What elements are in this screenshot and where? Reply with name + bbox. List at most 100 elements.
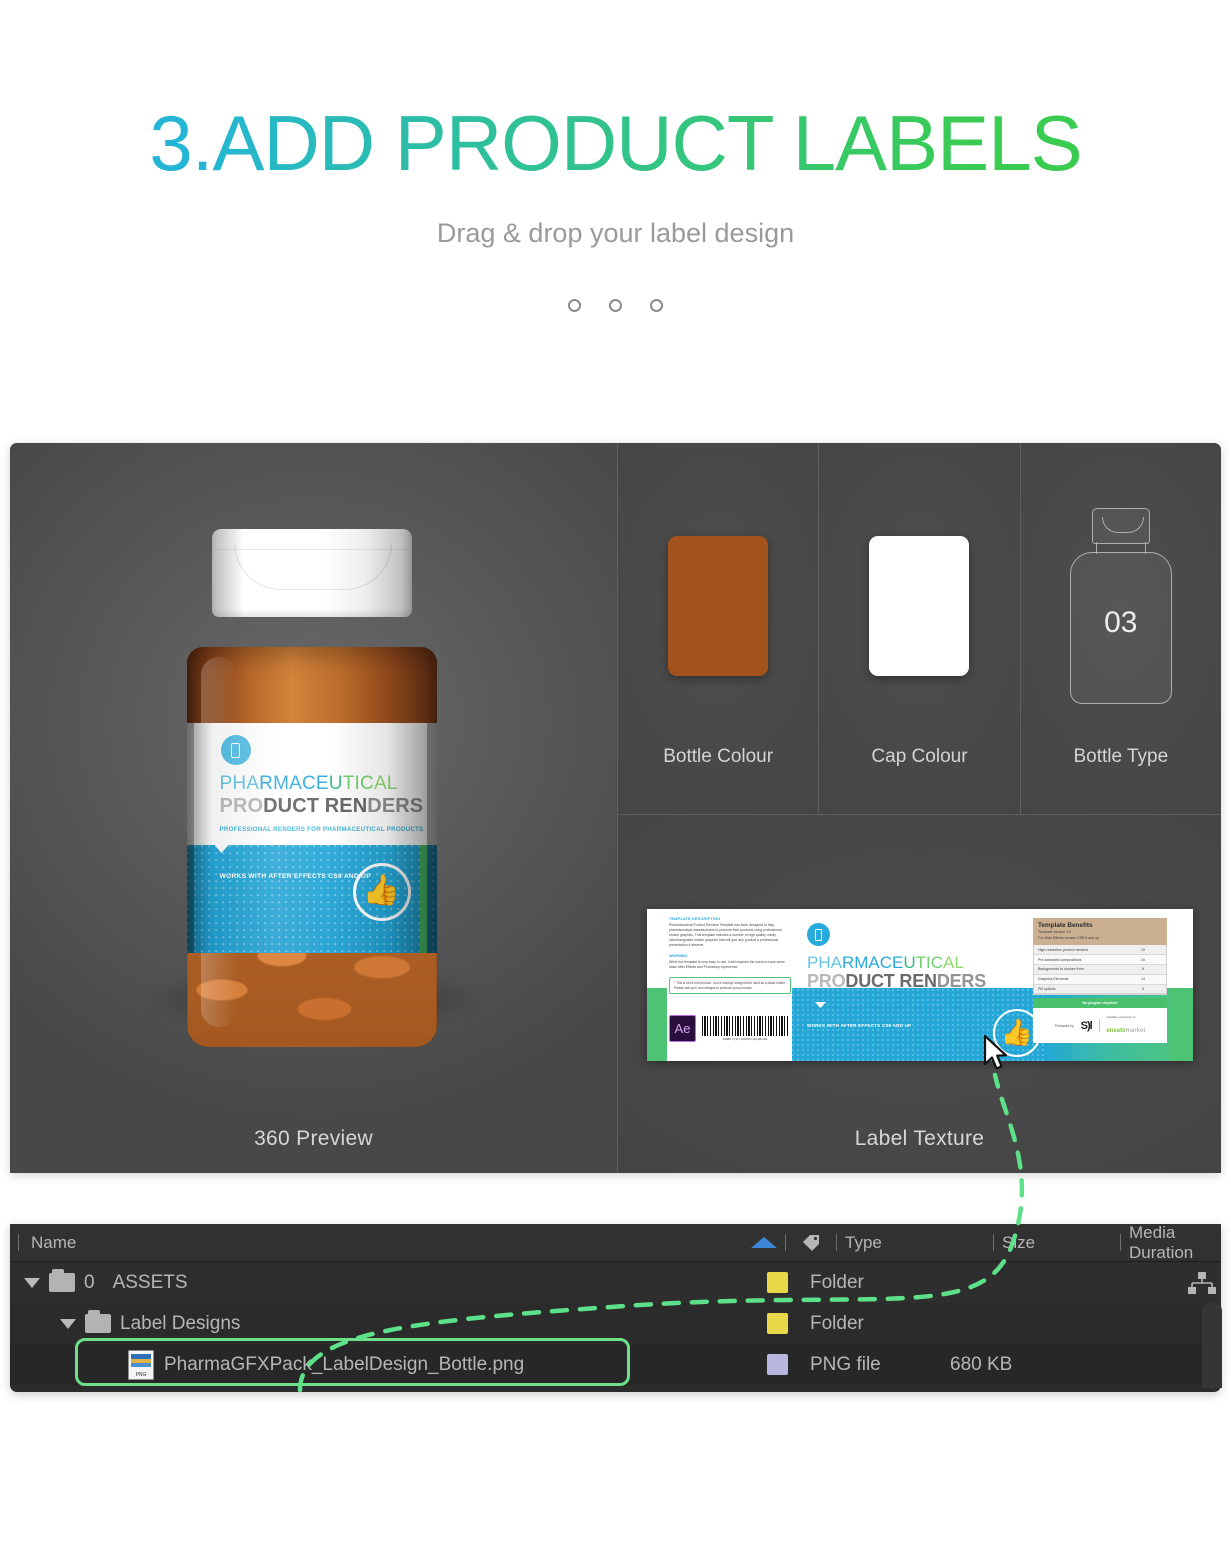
cap-seam bbox=[215, 549, 408, 550]
no-plugins-badge: No plugins required! bbox=[1033, 998, 1167, 1008]
column-header-duration[interactable]: Media Duration bbox=[1129, 1224, 1221, 1263]
disclosure-triangle-icon[interactable] bbox=[60, 1318, 76, 1329]
folder-icon bbox=[85, 1310, 111, 1333]
carousel-dots[interactable] bbox=[0, 298, 1231, 312]
stage-right-column: Bottle Colour Cap Colour 03 Bottle Type bbox=[618, 443, 1221, 1173]
envato-word: envato bbox=[1106, 1027, 1126, 1034]
texture-caption: Label Texture bbox=[854, 1127, 985, 1150]
column-divider bbox=[1120, 1234, 1121, 1251]
sort-ascending-icon[interactable] bbox=[717, 1237, 777, 1248]
texture-title-line1: PHARMACEUTICAL bbox=[807, 953, 964, 972]
warning-heading: WARNING bbox=[669, 953, 688, 958]
column-divider bbox=[836, 1234, 837, 1251]
column-divider bbox=[18, 1234, 19, 1251]
benefits-row: High resolution product renders 10 bbox=[1034, 945, 1166, 956]
option-bottle-colour[interactable]: Bottle Colour bbox=[618, 443, 820, 814]
type-swatch-png bbox=[766, 1354, 788, 1375]
texture-branding-block: PHARMACEUTICAL PRODUCT RENDERS PROFESSIO… bbox=[807, 923, 1057, 1057]
label-edge-right bbox=[426, 723, 437, 953]
stage-panel: PHARMACEUTICAL PRODUCT RENDERS PROFESSIO… bbox=[10, 443, 1221, 1173]
texture-green-right bbox=[1169, 909, 1193, 1061]
png-file-icon bbox=[128, 1349, 154, 1380]
texture-subtitle: PROFESSIONAL RENDERS FOR PHARMACEUTICAL … bbox=[807, 1000, 964, 1005]
warning-body: While the template is very easy to use, … bbox=[669, 959, 785, 969]
label-texture-artwork[interactable]: TEMPLATE DESCRIPTION Pharmaceutical Prod… bbox=[647, 909, 1193, 1061]
row-size: 680 KB bbox=[950, 1353, 1013, 1375]
description-heading: TEMPLATE DESCRIPTION bbox=[669, 917, 721, 921]
benefits-row-label: Pre-animated compositions bbox=[1038, 957, 1082, 962]
column-divider bbox=[993, 1234, 994, 1251]
studio-logo: S)l bbox=[1080, 1019, 1093, 1032]
column-divider bbox=[785, 1234, 786, 1251]
barcode: 93880 3 (17) 140794 (10) AB-123 bbox=[702, 1015, 788, 1042]
benefits-row-value: 5 bbox=[1142, 986, 1144, 991]
description-body: Pharmaceutical Product Renders Template … bbox=[669, 923, 782, 948]
row-index: 0 bbox=[84, 1271, 95, 1293]
options-row: Bottle Colour Cap Colour 03 Bottle Type bbox=[618, 443, 1221, 815]
hero-section: 3.ADD PRODUCT LABELS Drag & drop your la… bbox=[0, 0, 1231, 312]
pill-bottle-icon bbox=[807, 923, 830, 946]
label-texture-panel[interactable]: TEMPLATE DESCRIPTION Pharmaceutical Prod… bbox=[618, 815, 1221, 1173]
option-bottle-type[interactable]: 03 Bottle Type bbox=[1020, 443, 1221, 814]
texture-footer-left: Ae 93880 3 (17) 140794 (10) AB-123 bbox=[669, 1015, 788, 1042]
benefits-row: Backgrounds to choose from 6 bbox=[1034, 964, 1166, 975]
texture-title-line2: PRODUCT RENDERS bbox=[807, 971, 987, 991]
hierarchy-icon[interactable] bbox=[1187, 1272, 1217, 1296]
available-label: Available exclusively on bbox=[1106, 1014, 1136, 1019]
option-cap-colour[interactable]: Cap Colour bbox=[819, 443, 1021, 814]
benefits-row-value: 14 bbox=[1141, 977, 1145, 982]
carousel-dot-1[interactable] bbox=[568, 298, 581, 312]
bottle-applied-label: PHARMACEUTICAL PRODUCT RENDERS PROFESSIO… bbox=[186, 723, 437, 953]
produced-by-label: Produced by bbox=[1054, 1023, 1074, 1028]
row-type: Folder bbox=[810, 1271, 864, 1293]
after-effects-icon: Ae bbox=[669, 1015, 696, 1042]
cap-colour-swatch[interactable] bbox=[869, 535, 970, 676]
asset-browser[interactable]: Name Type Size Media Duration 0 ASSETS F… bbox=[10, 1224, 1221, 1392]
benefits-sub1: Template version 1.0 bbox=[1038, 930, 1072, 934]
benefits-row-value: 10 bbox=[1141, 947, 1145, 952]
page-title: 3.ADD PRODUCT LABELS bbox=[0, 103, 1231, 184]
label-edge-left bbox=[186, 723, 194, 953]
bottle-colour-swatch[interactable] bbox=[668, 535, 769, 676]
benefits-row: Pre-animated compositions 10 bbox=[1034, 955, 1166, 965]
table-row[interactable]: Label Designs Folder bbox=[10, 1303, 1221, 1344]
browser-header-row: Name Type Size Media Duration bbox=[10, 1224, 1221, 1262]
tag-icon[interactable] bbox=[794, 1233, 828, 1253]
row-name: ASSETS bbox=[112, 1271, 188, 1293]
table-row[interactable]: 0 ASSETS Folder bbox=[10, 1262, 1221, 1303]
table-row[interactable]: PharmaGFXPack_LabelDesign_Bottle.png PNG… bbox=[10, 1344, 1221, 1385]
row-name: Label Designs bbox=[120, 1312, 241, 1334]
label-title-line2: PRODUCT RENDERS bbox=[219, 795, 424, 817]
disclosure-triangle-icon[interactable] bbox=[24, 1277, 40, 1288]
row-type: Folder bbox=[810, 1312, 864, 1334]
vertical-scrollbar[interactable] bbox=[1202, 1302, 1222, 1388]
bottle-pill-icon bbox=[220, 735, 251, 765]
benefits-title: Template Benefits bbox=[1038, 922, 1093, 929]
column-header-size[interactable]: Size bbox=[1002, 1233, 1112, 1253]
mouse-cursor-icon bbox=[983, 1034, 1009, 1073]
column-header-type[interactable]: Type bbox=[845, 1233, 985, 1253]
page-root: 3.ADD PRODUCT LABELS Drag & drop your la… bbox=[0, 0, 1231, 1557]
carousel-dot-3[interactable] bbox=[650, 298, 663, 312]
benefits-row: Pill options 5 bbox=[1034, 984, 1166, 995]
preview-360-panel[interactable]: PHARMACEUTICAL PRODUCT RENDERS PROFESSIO… bbox=[10, 443, 618, 1173]
column-header-name[interactable]: Name bbox=[27, 1233, 717, 1253]
benefits-row-label: Pill options bbox=[1038, 986, 1056, 991]
carousel-dot-2[interactable] bbox=[609, 298, 622, 312]
barcode-number: 93880 3 (17) 140794 (10) AB-123 bbox=[722, 1037, 768, 1042]
bottle-outline-icon[interactable]: 03 bbox=[1065, 507, 1177, 708]
benefits-row-value: 6 bbox=[1142, 967, 1144, 972]
benefits-footer: Produced by S)l Available exclusively on… bbox=[1033, 1007, 1167, 1043]
benefits-rows: High resolution product renders 10 Pre-an… bbox=[1033, 945, 1167, 996]
benefits-row-label: Graphics Elements bbox=[1038, 977, 1069, 982]
preview-caption: 360 Preview bbox=[254, 1127, 373, 1150]
benefits-table: Template Benefits Template version 1.0 F… bbox=[1033, 918, 1167, 1043]
market-word: market bbox=[1125, 1027, 1146, 1034]
row-name: PharmaGFXPack_LabelDesign_Bottle.png bbox=[164, 1353, 525, 1375]
bottle-cap bbox=[211, 529, 412, 617]
type-swatch-folder bbox=[766, 1272, 788, 1293]
envato-block: Available exclusively on envatomarket bbox=[1106, 1015, 1145, 1037]
disclaimer-note: * This is not a real product. Just a moc… bbox=[669, 976, 791, 995]
texture-green-left bbox=[647, 909, 667, 1061]
bottle-render: PHARMACEUTICAL PRODUCT RENDERS PROFESSIO… bbox=[143, 529, 484, 1089]
